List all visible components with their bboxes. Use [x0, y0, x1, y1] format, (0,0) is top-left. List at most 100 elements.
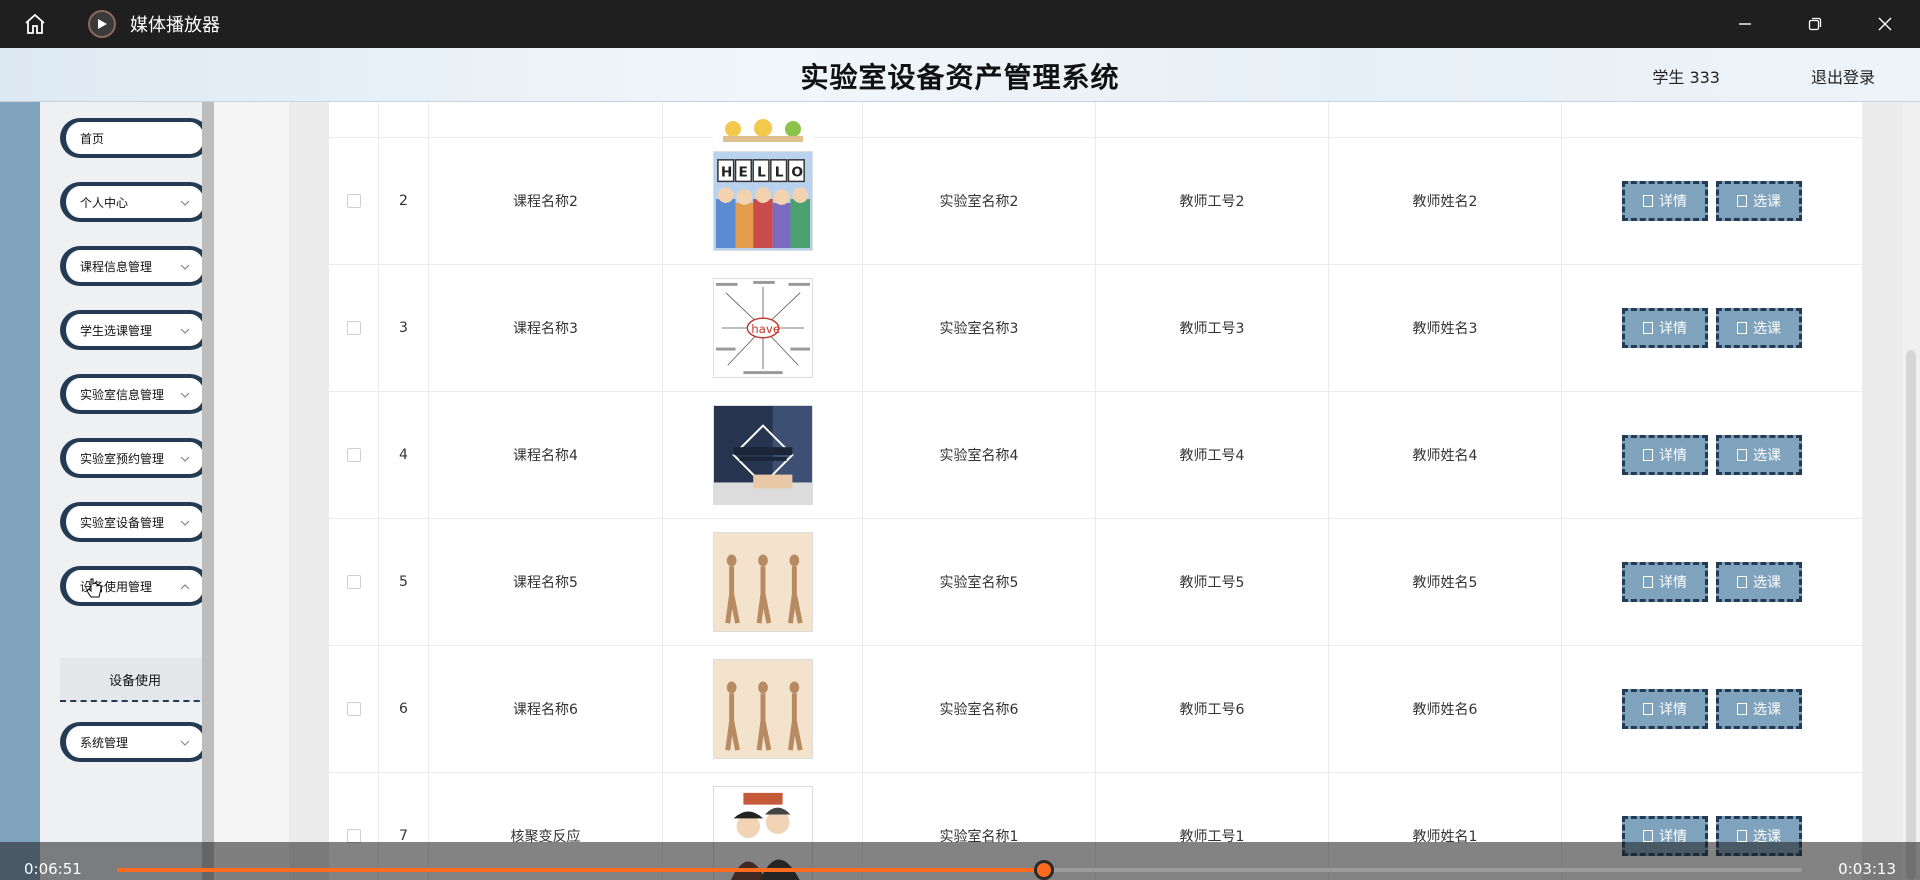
vertical-scrollbar[interactable] [1902, 102, 1920, 880]
sidebar-item-home[interactable]: 首页 [60, 118, 210, 158]
document-icon [1643, 703, 1653, 715]
restore-button[interactable] [1780, 0, 1850, 48]
home-button[interactable] [0, 0, 70, 48]
document-icon [1643, 449, 1653, 461]
lab-name: 实验室名称5 [863, 519, 1096, 645]
sidebar-item-equipment-usage[interactable]: 设备使用管理 [60, 566, 210, 606]
course-name: 课程名称6 [429, 646, 663, 772]
row-checkbox[interactable] [346, 194, 361, 208]
teacher-number: 教师工号2 [1096, 138, 1329, 264]
sidebar-menu: 首页 个人中心 课程信息管理 学生选课管理 实验室信息管理 实验室预约管理 实验… [40, 102, 210, 880]
course-name: 课程名称3 [429, 265, 663, 391]
sidebar-item-label: 个人中心 [80, 195, 129, 210]
detail-button[interactable]: 详情 [1622, 181, 1708, 221]
course-name: 课程名称5 [429, 519, 663, 645]
row-checkbox[interactable] [346, 575, 361, 589]
select-course-button[interactable]: 选课 [1716, 308, 1802, 348]
sidebar-item-lab-info[interactable]: 实验室信息管理 [60, 374, 210, 414]
close-icon [1878, 17, 1892, 31]
detail-button[interactable]: 详情 [1622, 689, 1708, 729]
select-course-button[interactable]: 选课 [1716, 562, 1802, 602]
submenu-item-equipment-usage[interactable]: 设备使用 [60, 658, 210, 702]
logout-link[interactable]: 退出登录 [1811, 64, 1875, 88]
close-button[interactable] [1850, 0, 1920, 48]
table-row: 6 课程名称6 实验室名称6 教师工号6 教师姓名6 详情 选课 [329, 646, 1862, 773]
row-number: 6 [379, 646, 429, 772]
document-icon [1737, 322, 1747, 334]
table-row: 2 课程名称2 HELLO 实验室名称2 教师工号2 教师姓名2 详情 选课 [329, 138, 1862, 265]
chevron-down-icon [180, 328, 190, 334]
select-course-button[interactable]: 选课 [1716, 435, 1802, 475]
content-margin [214, 102, 289, 880]
elapsed-time: 0:06:51 [24, 860, 82, 878]
main-content: 2 课程名称2 HELLO 实验室名称2 教师工号2 教师姓名2 详情 选课 3… [289, 102, 1920, 880]
sidebar-item-label: 学生选课管理 [80, 323, 153, 338]
document-icon [1643, 576, 1653, 588]
app-title: 实验室设备资产管理系统 [800, 61, 1120, 94]
document-icon [1643, 830, 1653, 842]
sidebar-item-label: 系统管理 [80, 735, 129, 750]
row-number: 4 [379, 392, 429, 518]
table-row [329, 102, 1862, 144]
lab-name: 实验室名称4 [863, 392, 1096, 518]
row-number: 2 [379, 138, 429, 264]
document-icon [1643, 322, 1653, 334]
play-icon [88, 10, 116, 38]
sidebar-item-lab-equipment[interactable]: 实验室设备管理 [60, 502, 210, 542]
sidebar-item-system[interactable]: 系统管理 [60, 722, 210, 762]
document-icon [1643, 195, 1653, 207]
lab-name: 实验室名称3 [863, 265, 1096, 391]
course-table: 2 课程名称2 HELLO 实验室名称2 教师工号2 教师姓名2 详情 选课 3… [329, 102, 1862, 880]
detail-button[interactable]: 详情 [1622, 435, 1708, 475]
document-icon [1737, 830, 1747, 842]
sidebar-item-label: 课程信息管理 [80, 259, 153, 274]
divider [202, 102, 214, 880]
teacher-number: 教师工号5 [1096, 519, 1329, 645]
select-course-button[interactable]: 选课 [1716, 181, 1802, 221]
row-checkbox[interactable] [346, 702, 361, 716]
svg-text:have: have [751, 322, 780, 336]
teacher-name: 教师姓名4 [1329, 392, 1562, 518]
teacher-name: 教师姓名2 [1329, 138, 1562, 264]
course-thumbnail [712, 405, 813, 505]
document-icon [1737, 576, 1747, 588]
sidebar-item-lab-booking[interactable]: 实验室预约管理 [60, 438, 210, 478]
document-icon [1737, 195, 1747, 207]
minimize-icon [1739, 23, 1751, 25]
course-name: 课程名称4 [429, 392, 663, 518]
sidebar-item-label: 实验室预约管理 [80, 451, 165, 466]
seek-handle[interactable] [1033, 860, 1054, 880]
sidebar: 首页 个人中心 课程信息管理 学生选课管理 实验室信息管理 实验室预约管理 实验… [0, 102, 210, 880]
detail-button[interactable]: 详情 [1622, 308, 1708, 348]
course-name: 课程名称2 [429, 138, 663, 264]
row-checkbox[interactable] [346, 829, 361, 843]
teacher-number: 教师工号4 [1096, 392, 1329, 518]
sidebar-item-personal-center[interactable]: 个人中心 [60, 182, 210, 222]
sidebar-item-course-info[interactable]: 课程信息管理 [60, 246, 210, 286]
course-thumbnail: have [712, 278, 813, 378]
course-thumbnail [712, 659, 813, 759]
minimize-button[interactable] [1710, 0, 1780, 48]
chevron-down-icon [180, 392, 190, 398]
sidebar-item-course-selection[interactable]: 学生选课管理 [60, 310, 210, 350]
row-number: 3 [379, 265, 429, 391]
svg-text:L: L [757, 165, 766, 181]
row-checkbox[interactable] [346, 321, 361, 335]
player-controls: 0:06:51 0:03:13 [0, 842, 1920, 880]
detail-button[interactable]: 详情 [1622, 562, 1708, 602]
teacher-number: 教师工号6 [1096, 646, 1329, 772]
select-course-button[interactable]: 选课 [1716, 689, 1802, 729]
svg-text:L: L [774, 165, 783, 181]
teacher-name: 教师姓名6 [1329, 646, 1562, 772]
table-row: 5 课程名称5 实验室名称5 教师工号5 教师姓名5 详情 选课 [329, 519, 1862, 646]
seek-bar[interactable] [117, 860, 1802, 880]
home-icon [25, 13, 45, 34]
chevron-down-icon [180, 200, 190, 206]
row-number: 5 [379, 519, 429, 645]
total-time: 0:03:13 [1838, 860, 1896, 878]
restore-icon [1808, 17, 1822, 31]
sidebar-item-label: 首页 [80, 131, 105, 146]
scrollbar-thumb[interactable] [1906, 350, 1916, 880]
seek-bar-progress [117, 868, 1044, 872]
row-checkbox[interactable] [346, 448, 361, 462]
